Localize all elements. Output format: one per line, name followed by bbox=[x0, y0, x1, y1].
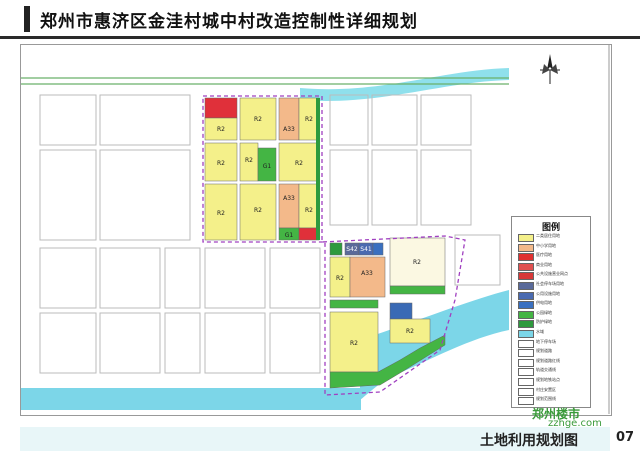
north-arrow bbox=[536, 52, 564, 88]
legend-label: 水域 bbox=[536, 329, 544, 334]
legend-label: 轨道交通线 bbox=[536, 367, 556, 373]
legend-label: 规划道路红线 bbox=[536, 357, 560, 363]
parcel-green-sw[interactable] bbox=[329, 242, 343, 256]
legend-item: 公共设施营业网点 bbox=[518, 271, 588, 281]
legend-item: 村庄安置区 bbox=[518, 386, 588, 396]
legend-swatch bbox=[518, 262, 534, 271]
watermark-url: zzhge.com bbox=[548, 418, 602, 429]
legend-label: 规划范围线 bbox=[536, 396, 556, 402]
legend-label: 中小学用地 bbox=[536, 242, 556, 248]
legend-item: 公用设施用地 bbox=[518, 290, 588, 300]
legend-swatch bbox=[518, 378, 534, 386]
legend-swatch bbox=[518, 310, 534, 319]
legend-label: 医疗用地 bbox=[536, 252, 552, 258]
legend-label: 村庄安置区 bbox=[536, 386, 556, 392]
legend-swatch bbox=[518, 234, 534, 242]
label-r2-5: R2 bbox=[245, 157, 253, 164]
parcel-a33-2[interactable] bbox=[278, 183, 300, 229]
legend-label: 二类居住用地 bbox=[536, 233, 560, 238]
legend-item: 防护绿地 bbox=[518, 319, 588, 329]
label-r2-2: R2 bbox=[254, 116, 262, 123]
legend-label: 社会停车场用地 bbox=[536, 281, 564, 286]
map-legend: 图例 二类居住用地 中小学用地医疗用地商业用地公共设施营业网点 社会停车场用地 公用设… bbox=[511, 216, 591, 408]
legend-swatch bbox=[518, 291, 534, 300]
sheet-number: 07 bbox=[616, 430, 635, 445]
label-r2-7: R2 bbox=[217, 210, 225, 217]
legend-label: 规划地铁站点 bbox=[536, 377, 560, 382]
legend-label: 供电用地 bbox=[536, 300, 552, 306]
legend-item: 地下停车场 bbox=[518, 338, 588, 348]
legend-label: 地下停车场 bbox=[536, 338, 556, 344]
label-r2-10: R2 bbox=[336, 275, 344, 282]
parcel-utility[interactable] bbox=[372, 242, 384, 256]
legend-label: 公共设施营业网点 bbox=[536, 271, 568, 277]
label-r2-9: R2 bbox=[305, 207, 313, 214]
legend-item: 规划道路 bbox=[518, 348, 588, 358]
label-r2-8: R2 bbox=[254, 207, 262, 214]
label-r2-1: R2 bbox=[217, 126, 225, 133]
legend-label: 防护绿地 bbox=[536, 319, 552, 325]
parcel-g1-4[interactable] bbox=[329, 299, 379, 309]
legend-swatch bbox=[518, 349, 534, 358]
north-arrow-icon bbox=[547, 54, 553, 70]
label-r2-village: R2 bbox=[413, 259, 421, 266]
legend-item: 水域 bbox=[518, 329, 588, 338]
label-s42: S42 bbox=[346, 246, 358, 253]
legend-item: 规划范围线 bbox=[518, 396, 588, 406]
legend-item: 规划道路红线 bbox=[518, 357, 588, 367]
legend-label: 公用设施用地 bbox=[536, 290, 560, 296]
parcel-a33-3[interactable] bbox=[349, 256, 386, 298]
parcel-a33-1[interactable] bbox=[278, 97, 300, 141]
label-g1-1: G1 bbox=[263, 163, 272, 170]
legend-label: 公园绿地 bbox=[536, 309, 552, 315]
label-r2-4: R2 bbox=[217, 160, 225, 167]
river-bottom bbox=[21, 388, 361, 410]
label-a33-1: A33 bbox=[283, 126, 295, 133]
legend-item: 社会停车场用地 bbox=[518, 281, 588, 290]
legend-swatch bbox=[518, 397, 534, 406]
legend-swatch bbox=[518, 387, 534, 396]
legend-swatch bbox=[518, 272, 534, 281]
label-r2-12: R2 bbox=[406, 328, 414, 335]
legend-item: 规划地铁站点 bbox=[518, 377, 588, 386]
label-r2-6: R2 bbox=[295, 160, 303, 167]
legend-item: 供电用地 bbox=[518, 300, 588, 310]
legend-label: 规划道路 bbox=[536, 348, 552, 354]
label-r2-11: R2 bbox=[350, 340, 358, 347]
label-g1-2: G1 bbox=[285, 232, 294, 239]
legend-swatch bbox=[518, 358, 534, 367]
legend-item: 医疗用地 bbox=[518, 252, 588, 262]
legend-swatch bbox=[518, 253, 534, 262]
legend-item: 二类居住用地 bbox=[518, 233, 588, 242]
label-a33-2: A33 bbox=[283, 195, 295, 202]
sheet-name: 土地利用规划图 bbox=[480, 433, 578, 449]
legend-label: 商业用地 bbox=[536, 261, 552, 267]
legend-item: 商业用地 bbox=[518, 261, 588, 271]
label-a33-3: A33 bbox=[361, 270, 373, 277]
label-s41: S41 bbox=[360, 246, 372, 253]
legend-swatch bbox=[518, 368, 534, 377]
parcel-hospital[interactable] bbox=[204, 97, 238, 119]
label-r2-3: R2 bbox=[305, 116, 313, 123]
legend-swatch bbox=[518, 330, 534, 338]
legend-swatch bbox=[518, 339, 534, 348]
legend-title: 图例 bbox=[541, 223, 560, 233]
legend-swatch bbox=[518, 243, 534, 252]
legend-swatch bbox=[518, 320, 534, 329]
parcel-g1-3[interactable] bbox=[389, 285, 446, 295]
legend-item: 中小学用地 bbox=[518, 242, 588, 252]
green-strip-east bbox=[316, 98, 320, 240]
legend-swatch bbox=[518, 282, 534, 290]
parcel-power[interactable] bbox=[389, 302, 413, 320]
legend-item: 轨道交通线 bbox=[518, 367, 588, 377]
legend-swatch bbox=[518, 301, 534, 310]
legend-item: 公园绿地 bbox=[518, 309, 588, 319]
